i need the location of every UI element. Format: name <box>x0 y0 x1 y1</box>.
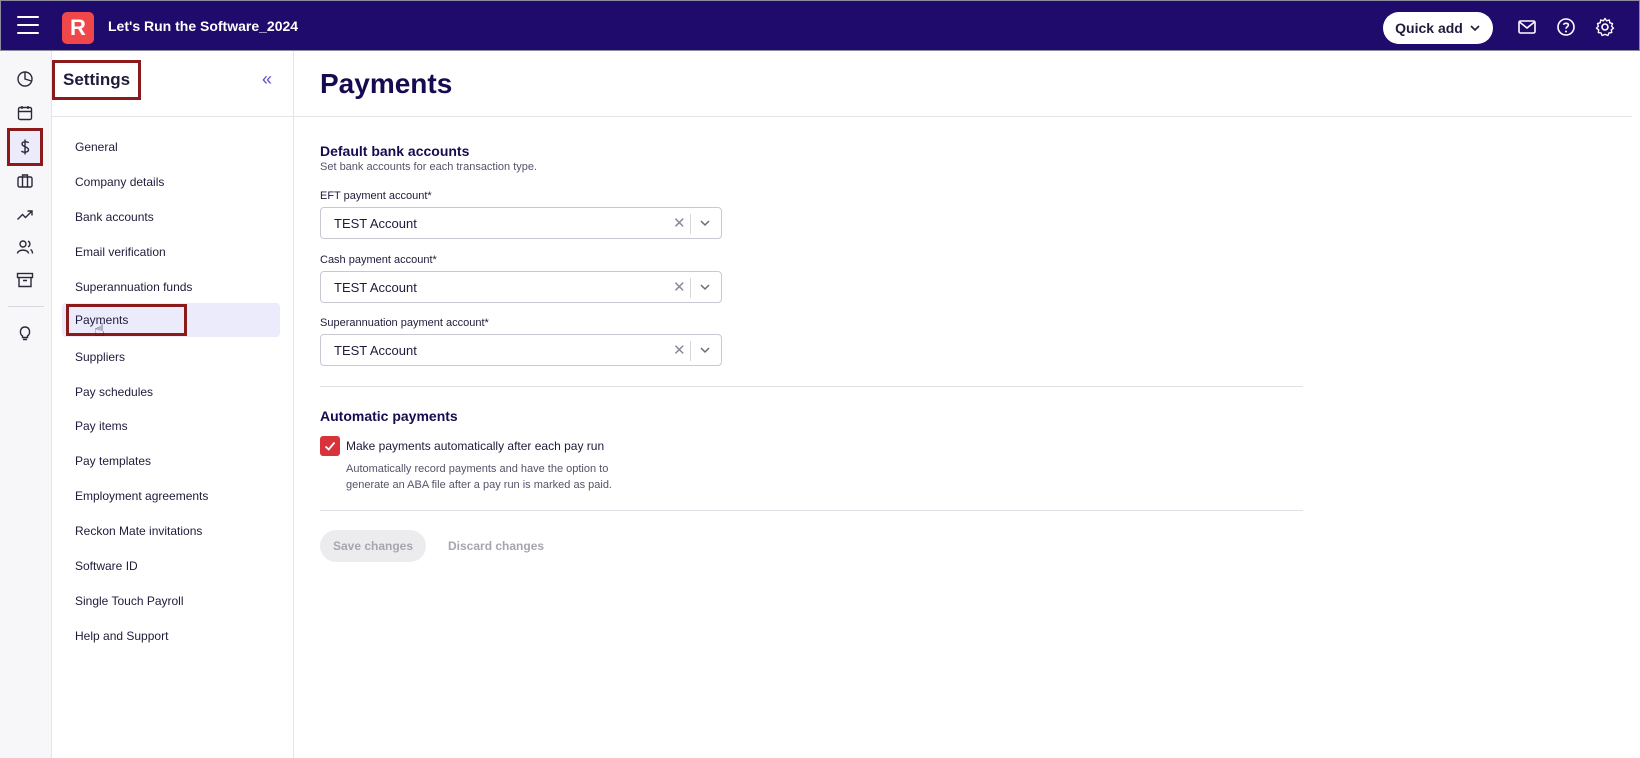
sidebar-item-suppliers[interactable]: Suppliers <box>62 340 280 374</box>
lightbulb-icon[interactable] <box>14 322 36 344</box>
app-logo[interactable]: R <box>62 12 94 44</box>
settings-gear-icon[interactable] <box>1594 16 1616 38</box>
select-separator <box>690 214 691 234</box>
reports-trend-icon[interactable] <box>14 204 36 226</box>
sidebar-item-label: Payments <box>65 304 188 336</box>
settings-sidebar: Settings « General Company details Bank … <box>51 51 294 758</box>
sidebar-item-email-verification[interactable]: Email verification <box>62 235 280 269</box>
sidebar-item-help-and-support[interactable]: Help and Support <box>62 619 280 653</box>
eft-account-value: TEST Account <box>334 216 417 231</box>
cash-account-label: Cash payment account* <box>320 254 437 266</box>
clear-icon[interactable]: ✕ <box>673 214 686 232</box>
auto-payments-checkbox[interactable] <box>320 436 340 456</box>
quick-add-button[interactable]: Quick add <box>1383 12 1493 44</box>
super-account-select[interactable]: TEST Account ✕ <box>320 334 722 366</box>
auto-payments-help: Automatically record payments and have t… <box>346 461 646 493</box>
sidebar-item-label: Company details <box>75 175 165 189</box>
sidebar-item-label: Pay templates <box>75 454 152 468</box>
super-account-label: Superannuation payment account* <box>320 317 489 329</box>
sidebar-item-label: Pay items <box>75 419 128 433</box>
sidebar-item-label: Employment agreements <box>75 489 209 503</box>
calendar-icon[interactable] <box>14 102 36 124</box>
chevron-down-icon <box>1470 25 1480 32</box>
top-bar: R Let's Run the Software_2024 Quick add <box>0 0 1640 51</box>
sidebar-header: Settings « <box>51 51 293 117</box>
sidebar-item-label: Superannuation funds <box>75 280 193 294</box>
sidebar-item-employment-agreements[interactable]: Employment agreements <box>62 479 280 513</box>
sidebar-item-single-touch-payroll[interactable]: Single Touch Payroll <box>62 584 280 618</box>
automatic-payments-heading: Automatic payments <box>320 408 458 424</box>
menu-icon[interactable] <box>17 16 39 36</box>
quick-add-label: Quick add <box>1395 20 1463 36</box>
section-divider <box>320 386 1303 387</box>
auto-payments-help-line: Automatically record payments and have t… <box>346 463 609 475</box>
sidebar-item-label: Software ID <box>75 559 138 573</box>
sidebar-item-label: Help and Support <box>75 629 169 643</box>
select-separator <box>690 341 691 361</box>
collapse-sidebar-icon[interactable]: « <box>262 69 272 90</box>
super-account-value: TEST Account <box>334 343 417 358</box>
sidebar-item-label: Pay schedules <box>75 385 154 399</box>
page-header: Payments <box>294 51 1632 117</box>
sidebar-item-label: Reckon Mate invitations <box>75 524 203 538</box>
dashboard-icon[interactable] <box>14 68 36 90</box>
sidebar-item-label: Email verification <box>75 245 166 259</box>
people-icon[interactable] <box>14 236 36 258</box>
sidebar-item-pay-items[interactable]: Pay items <box>62 409 280 443</box>
checkmark-icon <box>324 441 336 451</box>
sidebar-title: Settings <box>51 60 142 100</box>
discard-changes-button[interactable]: Discard changes <box>448 530 544 562</box>
icon-rail <box>0 51 52 758</box>
chevron-down-icon[interactable] <box>698 216 712 230</box>
cash-account-value: TEST Account <box>334 280 417 295</box>
default-bank-accounts-heading: Default bank accounts <box>320 143 470 159</box>
clear-icon[interactable]: ✕ <box>673 341 686 359</box>
sidebar-item-label: Single Touch Payroll <box>75 594 184 608</box>
mail-icon[interactable] <box>1516 16 1538 38</box>
chevron-down-icon[interactable] <box>698 280 712 294</box>
sidebar-item-reckon-mate-invitations[interactable]: Reckon Mate invitations <box>62 514 280 548</box>
sidebar-item-bank-accounts[interactable]: Bank accounts <box>62 200 280 234</box>
auto-payments-help-line: generate an ABA file after a pay run is … <box>346 479 612 491</box>
chevron-down-icon[interactable] <box>698 343 712 357</box>
sidebar-item-label: General <box>75 140 118 154</box>
sidebar-item-software-id[interactable]: Software ID <box>62 549 280 583</box>
auto-payments-label[interactable]: Make payments automatically after each p… <box>346 439 604 453</box>
sidebar-item-pay-templates[interactable]: Pay templates <box>62 444 280 478</box>
main-content: Payments Default bank accounts Set bank … <box>294 51 1640 758</box>
page-title: Payments <box>320 68 453 99</box>
briefcase-icon[interactable] <box>14 170 36 192</box>
help-icon[interactable] <box>1555 16 1577 38</box>
sidebar-item-label: Bank accounts <box>75 210 154 224</box>
save-changes-button[interactable]: Save changes <box>320 530 426 562</box>
payroll-dollar-icon[interactable] <box>14 136 36 158</box>
hand-pointer-icon: ☝ <box>94 320 105 340</box>
eft-account-select[interactable]: TEST Account ✕ <box>320 207 722 239</box>
archive-icon[interactable] <box>14 269 36 291</box>
cash-account-select[interactable]: TEST Account ✕ <box>320 271 722 303</box>
eft-account-label: EFT payment account* <box>320 190 432 202</box>
sidebar-item-general[interactable]: General <box>62 130 280 164</box>
section-divider <box>320 510 1303 511</box>
select-separator <box>690 278 691 298</box>
sidebar-item-company-details[interactable]: Company details <box>62 165 280 199</box>
rail-divider <box>8 306 44 307</box>
sidebar-item-superannuation-funds[interactable]: Superannuation funds <box>62 270 280 304</box>
sidebar-item-pay-schedules[interactable]: Pay schedules <box>62 375 280 409</box>
default-bank-accounts-subheading: Set bank accounts for each transaction t… <box>320 161 538 173</box>
app-title: Let's Run the Software_2024 <box>108 18 299 34</box>
sidebar-item-label: Suppliers <box>75 350 126 364</box>
clear-icon[interactable]: ✕ <box>673 278 686 296</box>
